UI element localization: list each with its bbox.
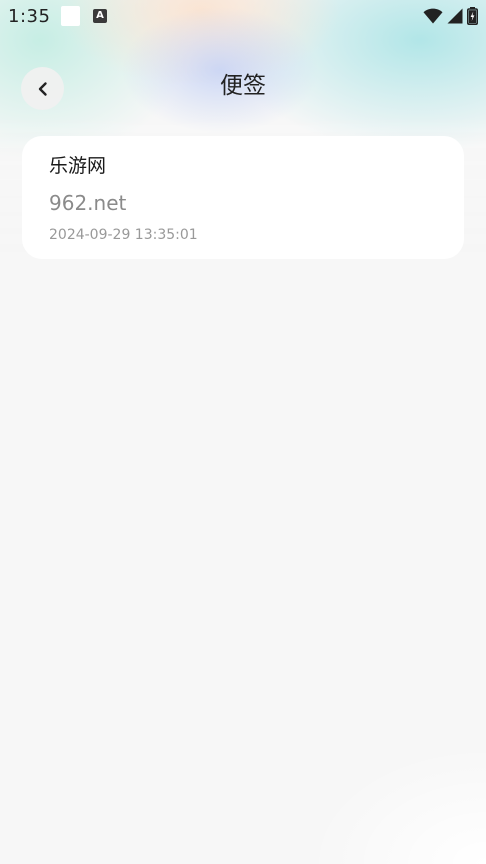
status-icons	[423, 7, 478, 25]
header: 便签	[0, 60, 486, 116]
white-square-icon	[61, 6, 80, 26]
signal-icon	[447, 8, 463, 24]
battery-icon	[467, 7, 478, 25]
status-time: 1:35	[8, 6, 51, 27]
status-bar: 1:35 A	[0, 0, 486, 34]
page-title: 便签	[220, 73, 266, 99]
a-notification-icon: A	[93, 9, 107, 23]
note-card[interactable]: 乐游网 962.net 2024-09-29 13:35:01	[22, 136, 464, 259]
note-timestamp: 2024-09-29 13:35:01	[49, 227, 198, 243]
wifi-icon	[423, 8, 443, 24]
note-title: 乐游网	[49, 155, 107, 177]
background-glow	[306, 744, 486, 864]
note-content: 962.net	[49, 191, 127, 215]
